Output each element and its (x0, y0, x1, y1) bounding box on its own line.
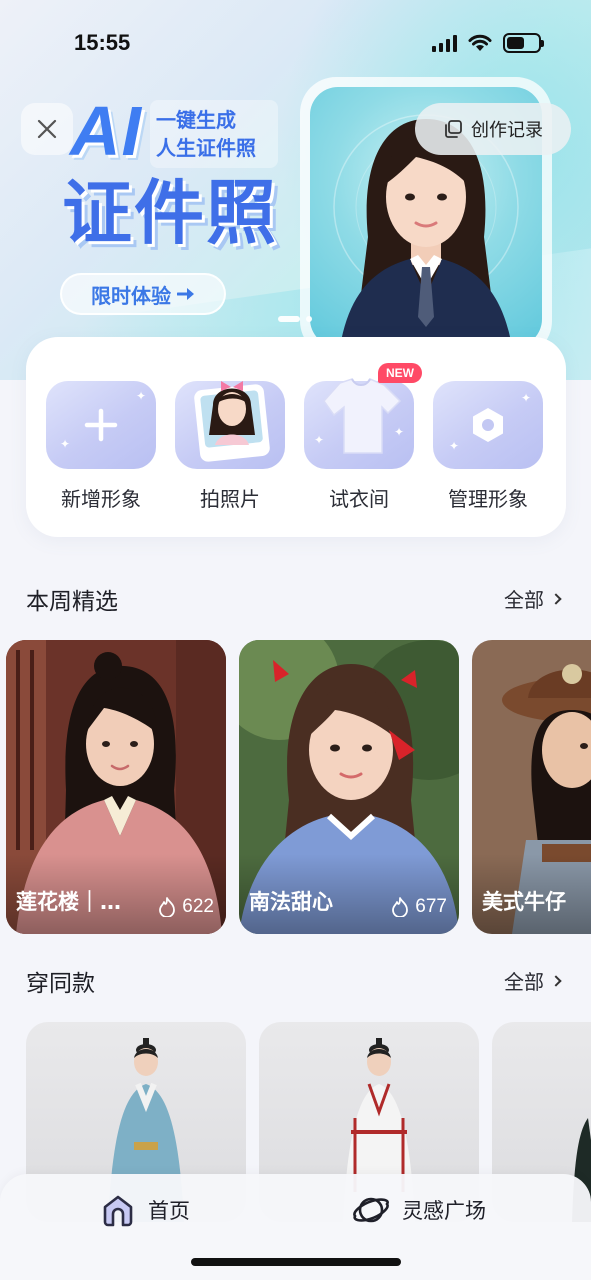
nav-home-label: 首页 (148, 1199, 190, 1223)
fitting-room-tile: ✦ ✦ NEW (304, 363, 422, 469)
same-style-all-link[interactable]: 全部 (504, 966, 562, 995)
sparkle-icon: ✦ (135, 389, 146, 403)
quick-action-label: 新增形象 (61, 487, 141, 511)
hexagon-settings-icon (473, 408, 503, 442)
sparkle-icon: ✦ (449, 439, 460, 453)
weekly-picks-all-link[interactable]: 全部 (504, 584, 562, 613)
limited-trial-label: 限时体验 (91, 283, 171, 308)
quick-actions-card: ✦ ✦ 新增形象 拍照片 ✦ ✦ NEW 试衣间 ✦ ✦ 管理形象 (26, 337, 566, 537)
carousel-dot-active (278, 316, 300, 322)
all-label: 全部 (504, 970, 544, 994)
flame-icon (159, 897, 176, 917)
photo-frame-icon (194, 381, 270, 462)
quick-action-label: 管理形象 (448, 487, 528, 511)
pick-card-title: 美式牛仔 (482, 890, 566, 914)
close-button[interactable] (21, 103, 73, 155)
nav-inspiration-label: 灵感广场 (402, 1199, 486, 1223)
same-style-header: 穿同款 全部 (26, 960, 566, 1000)
status-icons (432, 33, 544, 53)
wifi-icon (468, 34, 492, 51)
tagline-line2: 人生证件照 (156, 136, 256, 160)
weekly-picks-carousel[interactable]: 莲花楼｜… 622 南法甜心 677 美式牛仔 (0, 640, 591, 934)
planet-icon (353, 1197, 389, 1223)
status-time: 15:55 (74, 30, 131, 55)
pick-card[interactable]: 南法甜心 677 (239, 640, 459, 934)
flame-icon (392, 897, 409, 917)
tagline-line1: 一键生成 (156, 108, 236, 132)
home-icon (103, 1195, 133, 1227)
pick-card-title: 南法甜心 (249, 890, 333, 914)
limited-trial-button[interactable]: 限时体验 (60, 273, 226, 315)
banner-tagline: 一键生成 人生证件照 (150, 100, 278, 168)
pick-card-title: 莲花楼｜… (16, 890, 121, 914)
quick-action-label: 拍照片 (200, 487, 260, 511)
arrow-right-icon (177, 288, 194, 300)
pick-card-popularity: 677 (391, 896, 447, 918)
manage-avatar-tile: ✦ ✦ (433, 381, 543, 469)
all-label: 全部 (504, 588, 544, 612)
same-style-title: 穿同款 (26, 971, 95, 997)
sparkle-icon: ✦ (60, 437, 71, 451)
status-bar: 15:55 (0, 0, 591, 88)
quick-action-take-photo[interactable]: 拍照片 (175, 381, 285, 512)
banner-title: 证件照 (62, 172, 278, 254)
record-copy-icon (445, 120, 462, 138)
quick-action-add-avatar[interactable]: ✦ ✦ 新增形象 (46, 381, 156, 512)
new-badge: NEW (378, 363, 422, 383)
sparkle-icon: ✦ (520, 391, 531, 405)
sparkle-icon: ✦ (314, 433, 325, 447)
tshirt-icon (323, 378, 402, 454)
home-indicator (191, 1258, 401, 1266)
quick-action-label: 试衣间 (329, 487, 389, 511)
pick-card-count: 622 (182, 896, 214, 917)
add-avatar-tile: ✦ ✦ (46, 381, 156, 469)
sparkle-icon: ✦ (393, 425, 404, 439)
creation-record-label: 创作记录 (471, 120, 543, 141)
creation-record-button[interactable]: 创作记录 (415, 103, 571, 155)
quick-action-manage-avatar[interactable]: ✦ ✦ 管理形象 (433, 381, 543, 512)
nav-home[interactable]: 首页 (100, 1192, 190, 1228)
banner-ai-title: AI (70, 92, 142, 170)
take-photo-tile (175, 381, 285, 469)
app-screen: 15:55 AI 一键生成 人生证件照 证件照 限时体验 创作记录 ✦ ✦ 新增… (0, 0, 591, 1280)
nav-inspiration[interactable]: 灵感广场 (352, 1192, 486, 1228)
pick-card-popularity: 622 (158, 896, 214, 918)
carousel-indicator (278, 316, 312, 322)
hero-banner[interactable]: 15:55 AI 一键生成 人生证件照 证件照 限时体验 创作记录 (0, 0, 591, 380)
pick-card[interactable]: 美式牛仔 (472, 640, 591, 934)
weekly-picks-header: 本周精选 全部 (26, 578, 566, 618)
chevron-right-icon (550, 592, 562, 605)
plus-icon (84, 408, 118, 442)
cellular-signal-icon (432, 34, 457, 52)
pick-card[interactable]: 莲花楼｜… 622 (6, 640, 226, 934)
quick-action-fitting-room[interactable]: ✦ ✦ NEW 试衣间 (304, 363, 422, 512)
battery-icon (503, 33, 544, 53)
weekly-picks-title: 本周精选 (26, 589, 118, 615)
pick-card-count: 677 (415, 896, 447, 917)
close-icon (37, 119, 57, 139)
carousel-dot (306, 316, 312, 322)
chevron-right-icon (550, 974, 562, 987)
